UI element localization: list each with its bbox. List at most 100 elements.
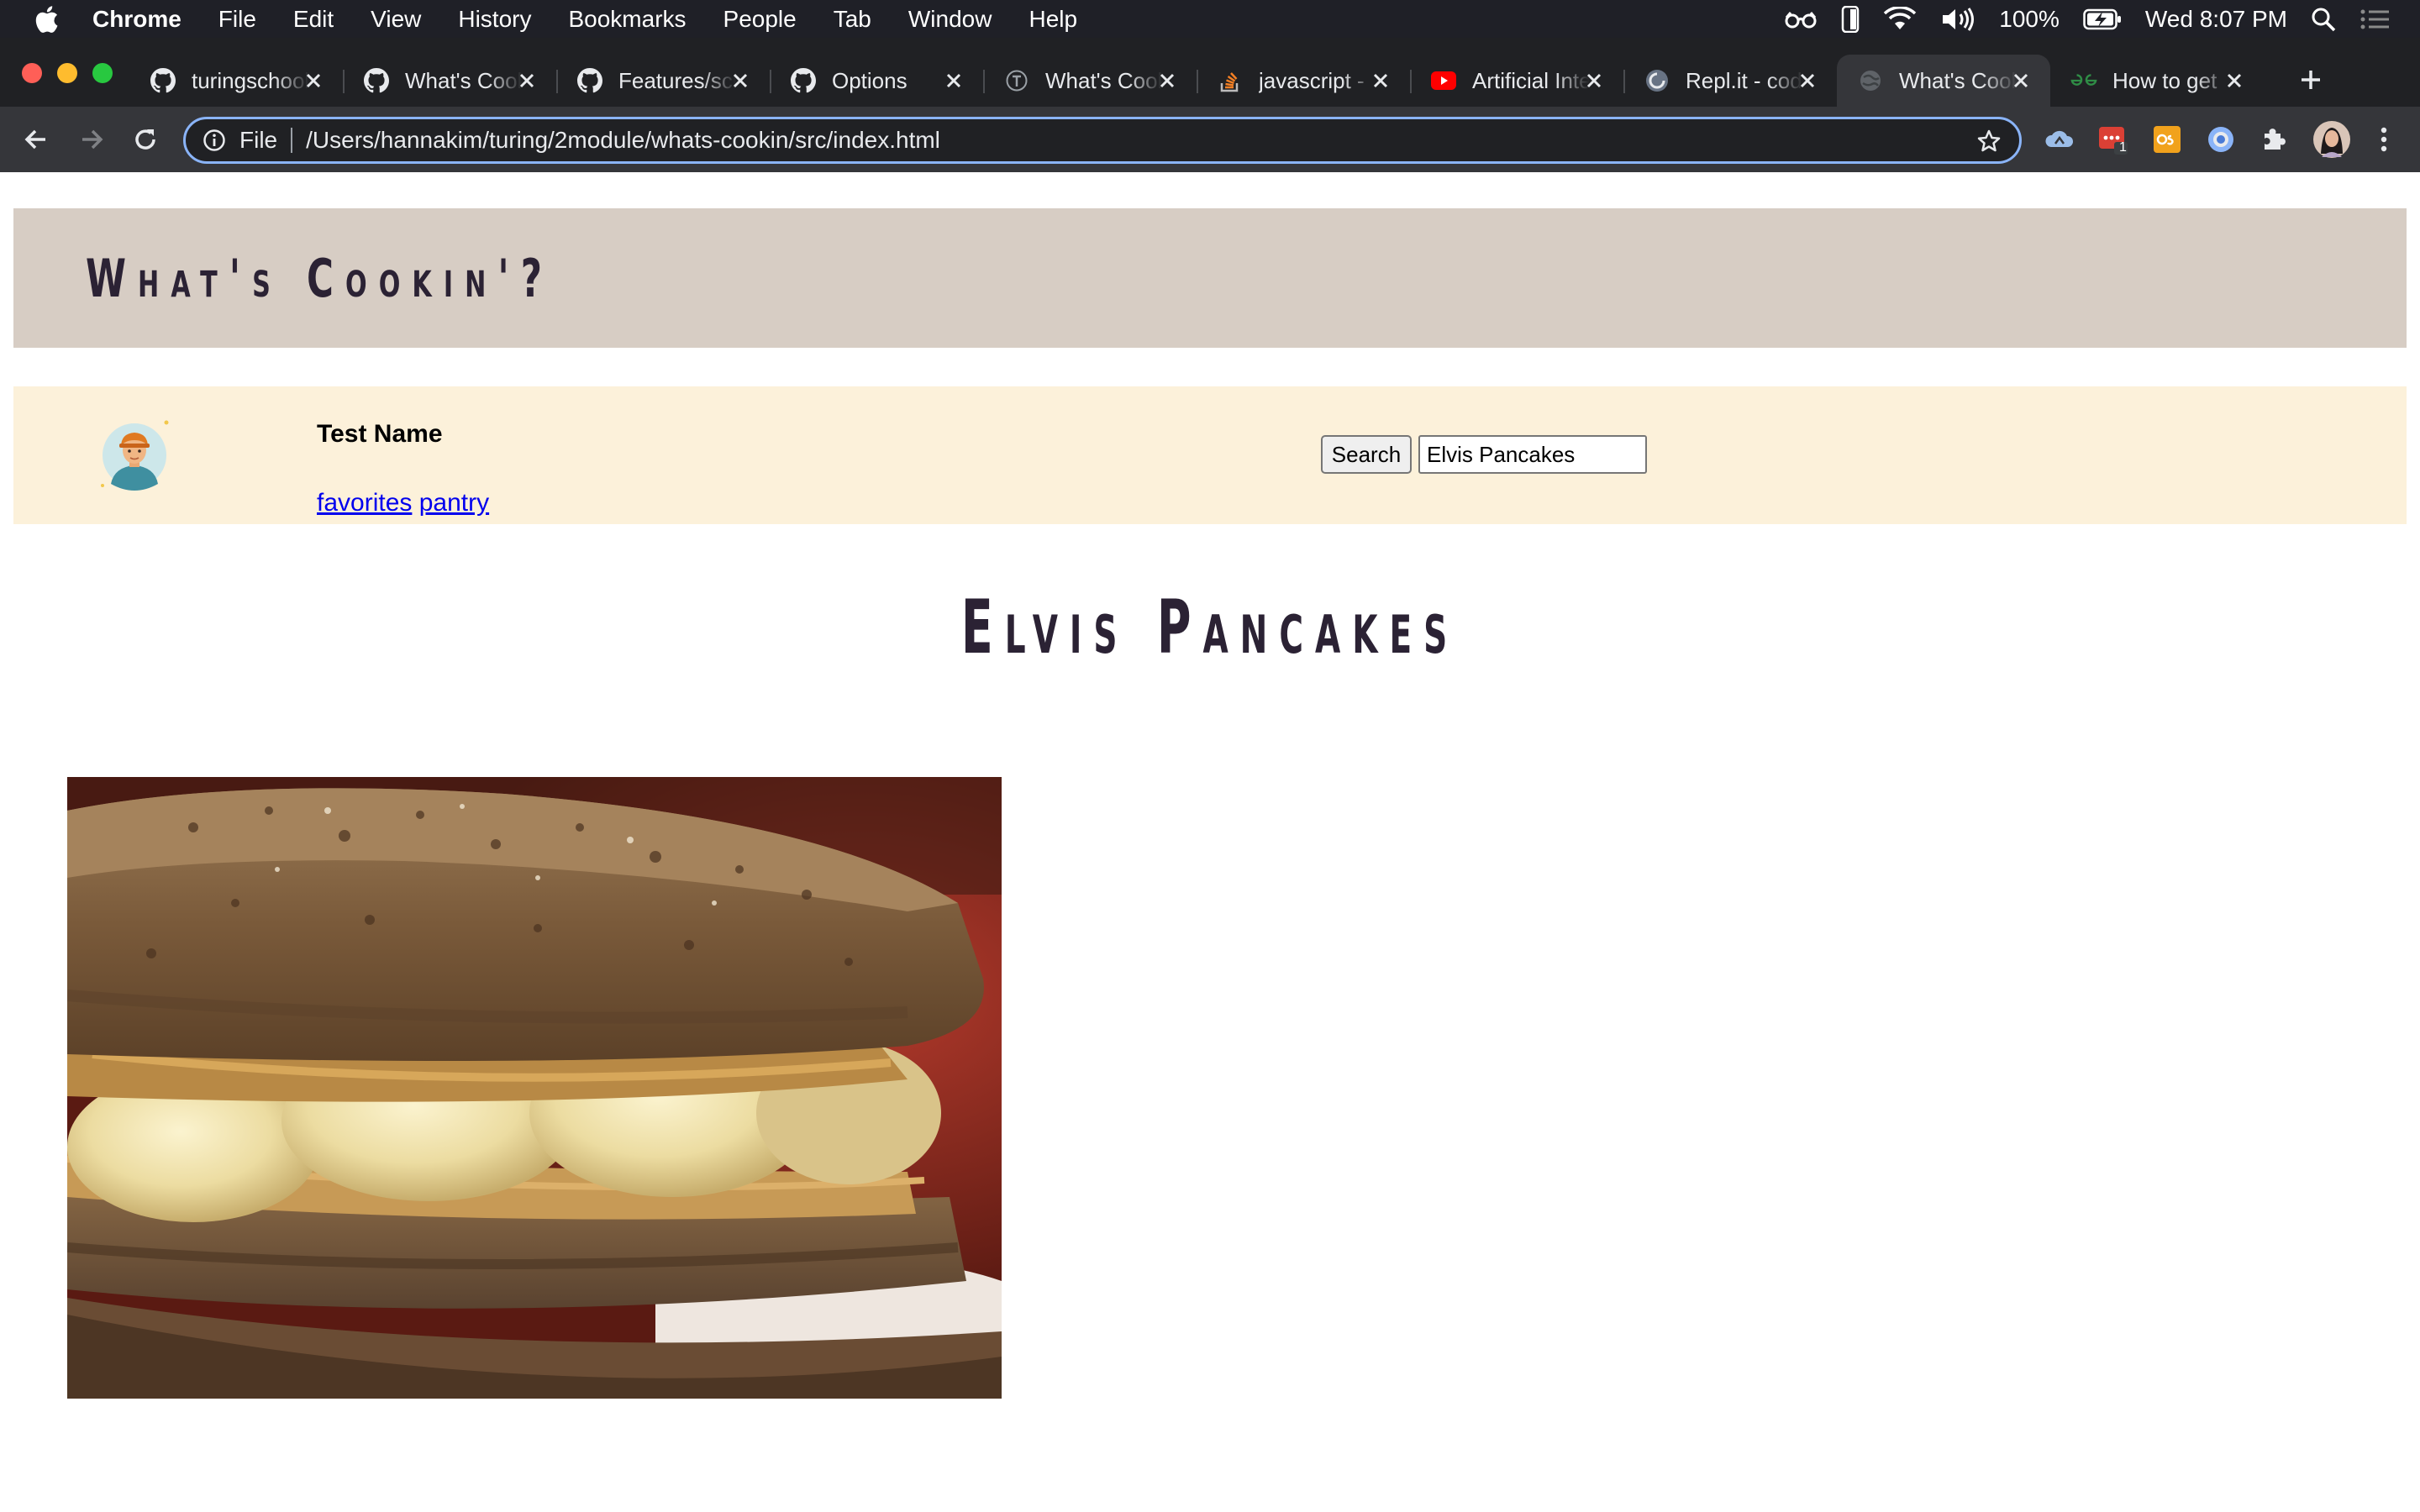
window-controls — [22, 63, 113, 83]
cloud-extension-icon[interactable] — [2044, 123, 2075, 155]
clock[interactable]: Wed 8:07 PM — [2145, 6, 2287, 33]
tab-turingschool[interactable]: turingschool — [129, 55, 343, 107]
ios-device-icon[interactable] — [1841, 0, 1860, 38]
github-icon — [363, 67, 390, 94]
reload-button[interactable] — [123, 117, 168, 162]
tab-replit[interactable]: Repl.it - code — [1623, 55, 1837, 107]
zoom-window-button[interactable] — [92, 63, 113, 83]
tab-artificial-intelligence-youtube[interactable]: Artificial Intelligence — [1410, 55, 1623, 107]
more-menu-icon[interactable] — [2368, 123, 2400, 155]
status-area: 100% Wed 8:07 PM — [1784, 0, 2420, 38]
plus-icon — [2302, 71, 2320, 89]
menu-edit[interactable]: Edit — [293, 6, 334, 33]
tab-title: How to get — [2112, 67, 2217, 93]
globe-icon — [1857, 67, 1884, 94]
user-bar: Test Name favorites pantry Search Elvis … — [13, 386, 2407, 524]
close-tab-icon[interactable] — [302, 70, 324, 92]
new-tab-button[interactable] — [2289, 58, 2333, 102]
tab-whats-cookin-github[interactable]: What's Cookin — [343, 55, 556, 107]
close-tab-icon[interactable] — [2223, 70, 2245, 92]
spotlight-search-icon[interactable] — [2311, 0, 2336, 38]
menu-tab[interactable]: Tab — [834, 6, 871, 33]
tab-features-scripts[interactable]: Features/scripts — [556, 55, 770, 107]
tab-title: What's Cookin — [1045, 67, 1163, 93]
tab-title: Repl.it - code — [1686, 67, 1803, 93]
battery-charging-icon[interactable] — [2083, 0, 2122, 38]
tab-whats-cookin-turing[interactable]: What's Cookin — [983, 55, 1197, 107]
todoist-extension-icon[interactable]: 1 — [2097, 123, 2129, 155]
close-tab-icon[interactable] — [1370, 70, 1392, 92]
recipe-image[interactable] — [67, 777, 1002, 1399]
tab-title: Artificial Intelligence — [1472, 67, 1590, 93]
favorites-link[interactable]: favorites — [317, 489, 412, 517]
youtube-icon — [1430, 67, 1457, 94]
tab-title: What's Cookin — [1899, 67, 2017, 93]
web-page: What's Cookin'? Test Name favorites pant… — [0, 172, 2420, 1512]
address-bar[interactable]: File /Users/hannakim/turing/2module/what… — [183, 117, 2022, 164]
tab-title: javascript - — [1259, 67, 1365, 93]
search-input[interactable]: Elvis Pancakes — [1418, 435, 1647, 474]
tab-title: What's Cookin — [405, 67, 523, 93]
close-tab-icon[interactable] — [2010, 70, 2032, 92]
tab-options[interactable]: Options — [770, 55, 983, 107]
menu-view[interactable]: View — [371, 6, 421, 33]
back-button[interactable] — [13, 117, 59, 162]
close-tab-icon[interactable] — [1156, 70, 1178, 92]
close-tab-icon[interactable] — [1797, 70, 1818, 92]
recipe-title: Elvis Pancakes — [0, 584, 2420, 670]
wifi-icon[interactable] — [1883, 0, 1917, 38]
close-tab-icon[interactable] — [729, 70, 751, 92]
search-button[interactable]: Search — [1321, 435, 1412, 474]
reader-glasses-icon[interactable] — [1784, 0, 1818, 38]
tab-title: Options — [832, 67, 908, 93]
arrow-right-icon — [82, 129, 103, 150]
tab-title: turingschool — [192, 67, 309, 93]
menu-people[interactable]: People — [723, 6, 797, 33]
tab-whats-cookin-active[interactable]: What's Cookin — [1837, 55, 2050, 107]
macos-menu-bar: Chrome File Edit View History Bookmarks … — [0, 0, 2420, 38]
geeksforgeeks-icon — [2070, 67, 2097, 94]
github-icon — [576, 67, 603, 94]
user-links: favorites pantry — [317, 489, 489, 517]
circle-extension-icon[interactable] — [2205, 123, 2237, 155]
reload-icon — [135, 129, 155, 150]
css-extension-icon[interactable] — [2151, 123, 2183, 155]
replit-icon — [1644, 67, 1670, 94]
notification-center-icon[interactable] — [2360, 0, 2390, 38]
pancake-photo — [67, 777, 1002, 1399]
close-tab-icon[interactable] — [516, 70, 538, 92]
stackoverflow-icon — [1217, 67, 1244, 94]
volume-icon[interactable] — [1940, 0, 1975, 38]
url-text[interactable]: /Users/hannakim/turing/2module/whats-coo… — [306, 127, 940, 154]
github-icon — [790, 67, 817, 94]
menu-help[interactable]: Help — [1028, 6, 1077, 33]
menu-app-chrome[interactable]: Chrome — [92, 6, 182, 33]
puzzle-extensions-icon[interactable] — [2257, 123, 2289, 155]
user-avatar — [101, 420, 169, 491]
arrow-left-icon — [24, 129, 45, 150]
menu-history[interactable]: History — [458, 6, 531, 33]
forward-button[interactable] — [69, 117, 114, 162]
profile-avatar-icon[interactable] — [2312, 120, 2351, 159]
browser-toolbar: File /Users/hannakim/turing/2module/what… — [0, 107, 2420, 172]
close-tab-icon[interactable] — [943, 70, 965, 92]
apple-icon[interactable] — [0, 5, 92, 34]
menu-bookmarks[interactable]: Bookmarks — [568, 6, 686, 33]
site-header: What's Cookin'? — [13, 208, 2407, 348]
minimize-window-button[interactable] — [57, 63, 77, 83]
tab-javascript-stackoverflow[interactable]: javascript - — [1197, 55, 1410, 107]
scheme-chip[interactable]: File — [239, 128, 293, 153]
pantry-link[interactable]: pantry — [419, 489, 489, 517]
menu-window[interactable]: Window — [908, 6, 992, 33]
user-name: Test Name — [317, 420, 443, 448]
info-icon[interactable] — [201, 127, 228, 154]
github-icon — [150, 67, 176, 94]
turing-icon — [1003, 67, 1030, 94]
close-tab-icon[interactable] — [1583, 70, 1605, 92]
extension-badge: 1 — [2119, 140, 2127, 155]
recipe-title-text: Elvis Pancakes — [960, 584, 1460, 670]
tab-how-to-get[interactable]: How to get — [2050, 55, 2264, 107]
bookmark-star-icon[interactable] — [1975, 128, 2002, 155]
menu-file[interactable]: File — [218, 6, 256, 33]
close-window-button[interactable] — [22, 63, 42, 83]
